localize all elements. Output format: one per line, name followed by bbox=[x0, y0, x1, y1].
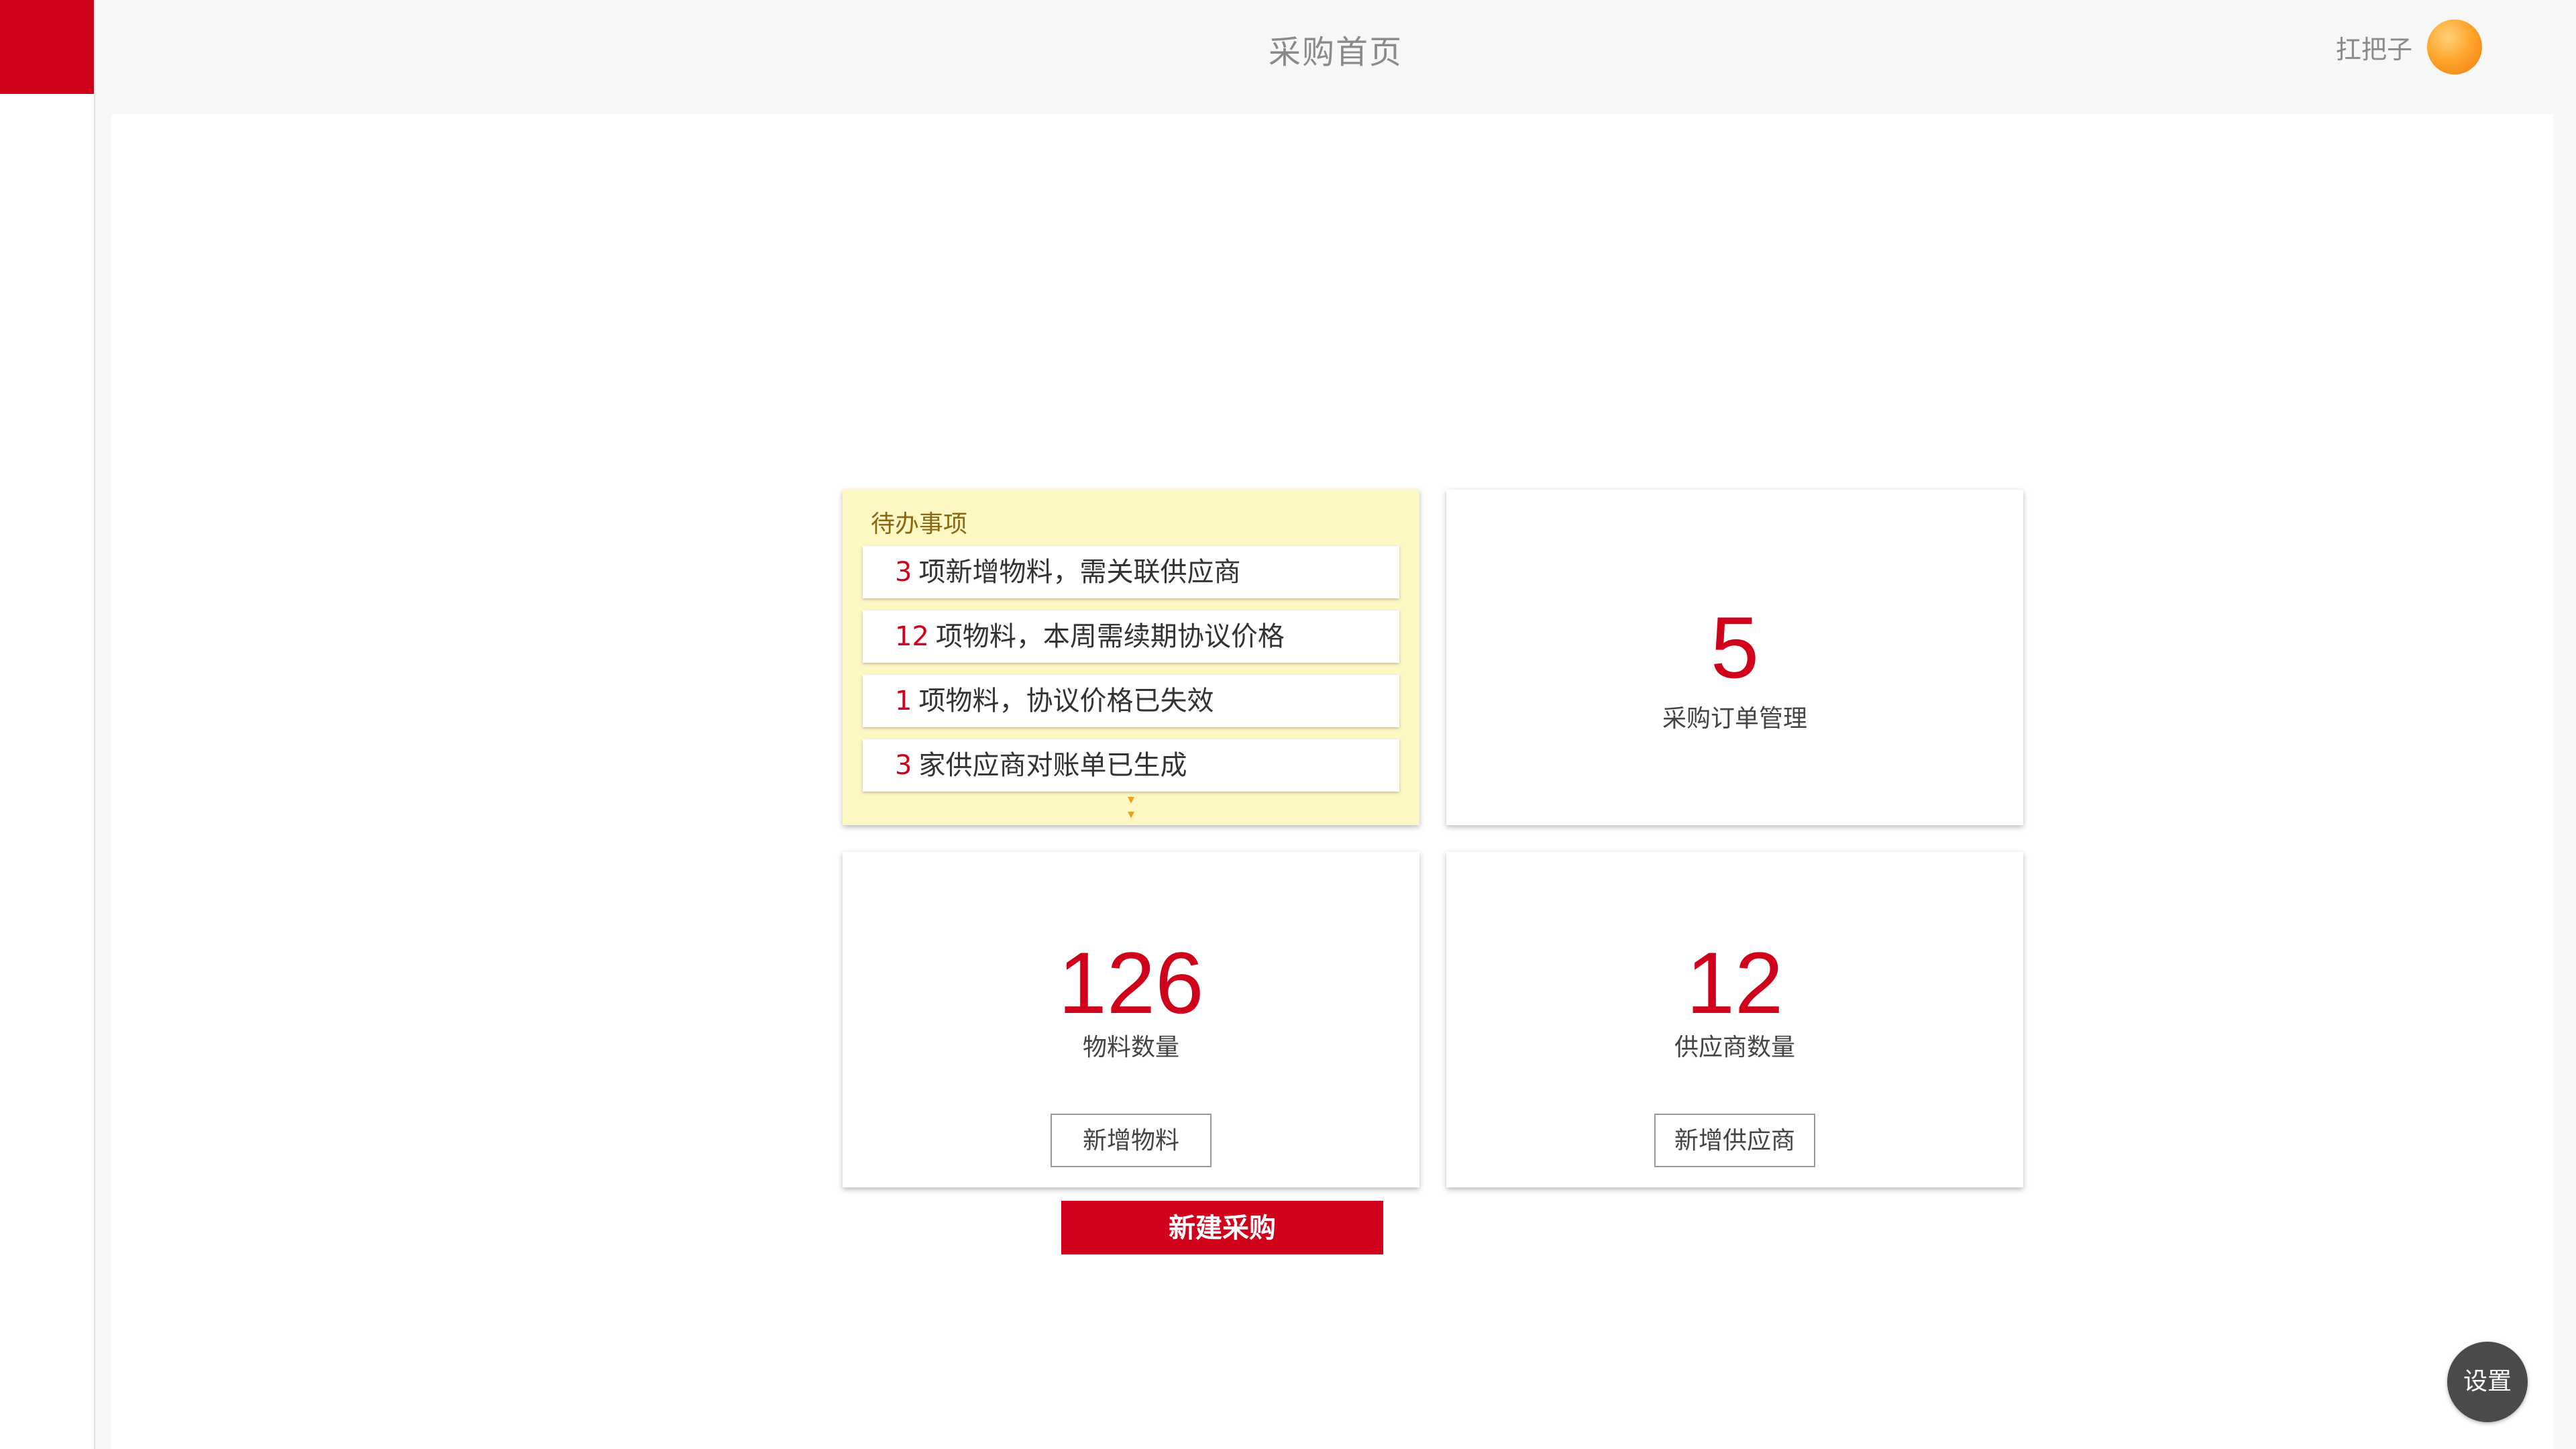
suppliers-card: 12 供应商数量 新增供应商 bbox=[1446, 852, 2023, 1187]
order-count: 5 bbox=[1710, 598, 1760, 696]
todo-text: 项新增物料，需关联供应商 bbox=[918, 557, 1241, 588]
todo-text: 家供应商对账单已生成 bbox=[918, 750, 1187, 781]
todo-title: 待办事项 bbox=[871, 511, 968, 538]
avatar[interactable] bbox=[2427, 19, 2482, 74]
todo-item[interactable]: 1 项物料，协议价格已失效 bbox=[863, 675, 1399, 727]
top-header: 采购首页 扛把子 bbox=[95, 0, 2576, 114]
brand-logo[interactable] bbox=[0, 0, 94, 94]
materials-card: 126 物料数量 新增物料 bbox=[843, 852, 1419, 1187]
settings-button[interactable]: 设置 bbox=[2447, 1342, 2528, 1422]
todo-item[interactable]: 3 项新增物料，需关联供应商 bbox=[863, 546, 1399, 598]
sidebar bbox=[0, 0, 95, 1449]
todo-count: 1 bbox=[895, 686, 912, 716]
todo-item[interactable]: 12 项物料，本周需续期协议价格 bbox=[863, 610, 1399, 663]
todo-count: 12 bbox=[895, 621, 929, 652]
todo-count: 3 bbox=[895, 557, 912, 588]
todo-count: 3 bbox=[895, 750, 912, 781]
todo-text: 项物料，本周需续期协议价格 bbox=[935, 621, 1285, 652]
material-count: 126 bbox=[1058, 934, 1204, 1032]
new-purchase-button[interactable]: 新建采购 bbox=[1061, 1201, 1383, 1254]
user-menu[interactable]: 扛把子 bbox=[2336, 19, 2482, 75]
supplier-count: 12 bbox=[1686, 934, 1784, 1032]
order-label: 采购订单管理 bbox=[1662, 705, 1807, 733]
todo-item[interactable]: 3 家供应商对账单已生成 bbox=[863, 739, 1399, 792]
add-supplier-button[interactable]: 新增供应商 bbox=[1654, 1114, 1815, 1167]
supplier-label: 供应商数量 bbox=[1674, 1034, 1795, 1061]
purchase-orders-card[interactable]: 5 采购订单管理 bbox=[1446, 490, 2023, 825]
todo-card: 待办事项 3 项新增物料，需关联供应商 12 项物料，本周需续期协议价格 1 项物料，… bbox=[843, 490, 1419, 825]
add-material-button[interactable]: 新增物料 bbox=[1051, 1114, 1212, 1167]
username[interactable]: 扛把子 bbox=[2336, 29, 2412, 66]
page-title: 采购首页 bbox=[1268, 34, 1403, 71]
double-chevron-down-icon[interactable]: ▾ ▾ bbox=[843, 792, 1419, 821]
todo-text: 项物料，协议价格已失效 bbox=[918, 686, 1214, 716]
material-label: 物料数量 bbox=[1082, 1034, 1179, 1061]
